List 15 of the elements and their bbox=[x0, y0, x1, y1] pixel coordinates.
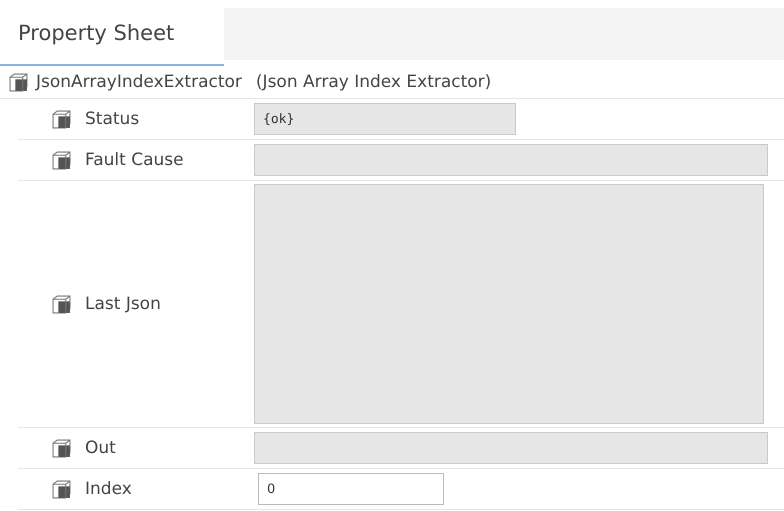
cube-icon bbox=[52, 110, 71, 128]
input-field[interactable]: 0 bbox=[258, 473, 444, 505]
property-label: Last Json bbox=[85, 294, 161, 314]
cube-icon bbox=[52, 294, 71, 314]
component-name: JsonArrayIndexExtractor bbox=[36, 72, 242, 92]
property-label: Out bbox=[85, 438, 116, 458]
cube-icon bbox=[9, 72, 28, 92]
cube-icon bbox=[52, 150, 71, 170]
property-label: Status bbox=[85, 109, 140, 129]
cube-icon bbox=[52, 438, 71, 458]
property-label: Fault Cause bbox=[85, 150, 184, 170]
component-type: (Json Array Index Extractor) bbox=[256, 72, 492, 92]
value-field: {ok} bbox=[254, 103, 516, 135]
property-label: Index bbox=[85, 479, 132, 499]
cube-icon bbox=[52, 480, 71, 498]
